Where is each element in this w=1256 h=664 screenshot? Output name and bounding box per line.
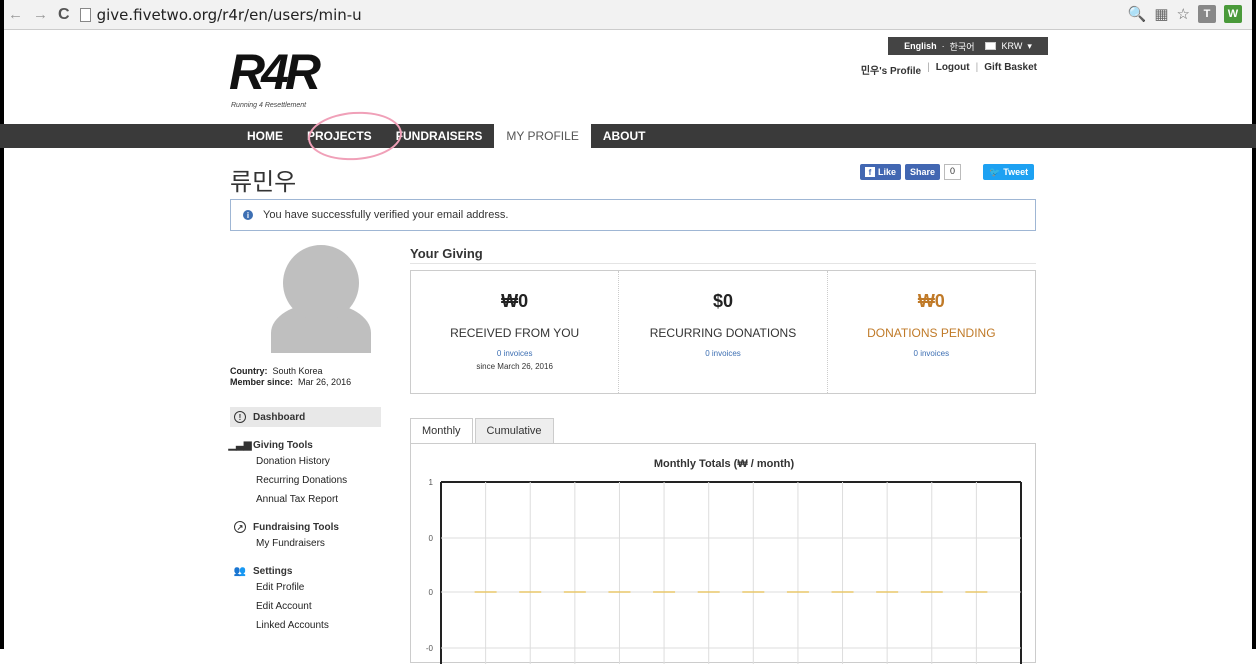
sidebar-item-donation-history[interactable]: Donation History (230, 452, 381, 471)
sidebar-group-giving: ▁▃▆ Giving Tools Donation History Recurr… (228, 438, 381, 509)
dashboard-icon: ! (234, 411, 246, 423)
chevron-down-icon[interactable]: ▾ (1027, 41, 1032, 52)
hand-drawn-circle (306, 108, 404, 164)
received-amount: ₩0 (501, 291, 529, 311)
sidebar-item-my-fundraisers[interactable]: My Fundraisers (230, 534, 381, 553)
received-invoices-link[interactable]: 0 invoices (411, 349, 618, 358)
received-since: since March 26, 2016 (476, 362, 553, 371)
recurring-panel: $0 RECURRING DONATIONS 0 invoices (618, 271, 826, 393)
chart-tabs: Monthly Cumulative (410, 418, 556, 444)
pending-amount: ₩0 (917, 291, 945, 311)
page-icon (79, 7, 91, 22)
users-icon: 👥 (233, 565, 247, 577)
logo-mark: R4R (229, 44, 321, 100)
recurring-invoices-link[interactable]: 0 invoices (619, 349, 826, 358)
currency-select[interactable]: KRW (1001, 41, 1022, 51)
share-count: 0 (944, 164, 962, 180)
alert-text: You have successfully verified your emai… (263, 209, 509, 221)
lang-english[interactable]: English (904, 41, 937, 51)
lang-korean[interactable]: 한국어 (950, 40, 975, 53)
like-label: Like (878, 167, 897, 177)
logout-link[interactable]: Logout (936, 62, 970, 77)
country-value: South Korea (272, 366, 323, 376)
success-alert: i You have successfully verified your em… (230, 199, 1036, 231)
logo-tagline: Running 4 Resettlement (231, 102, 307, 109)
giving-divider (410, 263, 1036, 264)
compass-icon: ↗ (234, 521, 246, 533)
sidebar-item-annual-tax-report[interactable]: Annual Tax Report (230, 490, 381, 509)
url-text[interactable]: give.fivetwo.org/r4r/en/users/min-u (97, 6, 362, 24)
received-label: RECEIVED FROM YOU (450, 326, 580, 340)
giving-title: Your Giving (410, 246, 483, 261)
pending-panel: ₩0 DONATIONS PENDING 0 invoices (826, 271, 1035, 393)
sidebar-item-edit-profile[interactable]: Edit Profile (230, 578, 381, 597)
bar-chart-icon: ▁▃▆ (228, 439, 252, 451)
sidebar-item-recurring-donations[interactable]: Recurring Donations (230, 471, 381, 490)
tab-monthly[interactable]: Monthly (410, 418, 473, 444)
nav-home[interactable]: HOME (235, 124, 295, 148)
sidebar-group-settings: 👥 Settings Edit Profile Edit Account Lin… (230, 564, 381, 635)
facebook-icon: f (865, 167, 875, 177)
facebook-like-button[interactable]: f Like (860, 164, 902, 180)
sidebar-item-dashboard[interactable]: ! Dashboard (230, 407, 381, 427)
country-label: Country: (230, 366, 268, 376)
main-navbar: HOME PROJECTS FUNDRAISERS MY PROFILE ABO… (0, 124, 1256, 148)
giving-summary: ₩0 RECEIVED FROM YOU 0 invoices since Ma… (410, 270, 1036, 394)
sidebar-group-fundraising: ↗ Fundraising Tools My Fundraisers (230, 520, 381, 553)
page-title: 류민우 (230, 168, 297, 196)
social-buttons: f Like Share 0 🐦 Tweet (860, 164, 1035, 180)
nav-my-profile[interactable]: MY PROFILE (494, 124, 591, 148)
translate-icon[interactable]: ▦ (1154, 5, 1168, 23)
facebook-share-button[interactable]: Share (905, 164, 941, 180)
nav-about[interactable]: ABOUT (591, 124, 658, 148)
pending-label: DONATIONS PENDING (867, 326, 996, 340)
received-panel: ₩0 RECEIVED FROM YOU 0 invoices since Ma… (411, 271, 618, 393)
extension-w-icon[interactable]: W (1224, 5, 1242, 23)
y-tick-label: 0 (429, 588, 434, 597)
browser-actions: 🔍 ▦ ☆ T W (1128, 5, 1242, 23)
browser-toolbar: ← → C give.fivetwo.org/r4r/en/users/min-… (0, 0, 1256, 30)
y-tick-label: 1 (429, 478, 434, 487)
sidebar: ! Dashboard ▁▃▆ Giving Tools Donation Hi… (228, 407, 381, 635)
gift-basket-link[interactable]: Gift Basket (984, 62, 1037, 77)
sidebar-item-linked-accounts[interactable]: Linked Accounts (230, 616, 381, 635)
browser-nav: ← → C (0, 6, 70, 24)
tweet-button[interactable]: 🐦 Tweet (983, 164, 1035, 180)
member-since-label: Member since: (230, 377, 294, 387)
flag-icon (985, 42, 997, 50)
recurring-amount: $0 (712, 291, 733, 311)
chart-title: Monthly Totals (₩ / month) (654, 458, 795, 470)
recurring-label: RECURRING DONATIONS (649, 326, 797, 340)
pending-invoices-link[interactable]: 0 invoices (828, 349, 1035, 358)
bookmark-star-icon[interactable]: ☆ (1177, 5, 1190, 23)
tweet-label: Tweet (1003, 167, 1029, 177)
twitter-bird-icon: 🐦 (989, 166, 1001, 177)
site-logo[interactable]: R4R Running 4 Resettlement (229, 42, 344, 114)
extension-t-icon[interactable]: T (1198, 5, 1216, 23)
forward-icon[interactable]: → (33, 6, 48, 23)
avatar (271, 243, 371, 353)
user-links: 민우's Profile | Logout | Gift Basket (860, 62, 1037, 77)
info-icon: i (243, 210, 253, 220)
language-bar: English · 한국어 KRW ▾ (888, 37, 1048, 55)
chart-panel: Monthly Totals (₩ / month) 1 0 0 -0 (410, 443, 1036, 664)
window-border-left (0, 0, 4, 649)
reload-icon[interactable]: C (58, 6, 70, 24)
tab-cumulative[interactable]: Cumulative (474, 418, 554, 443)
window-border-right (1252, 0, 1256, 649)
member-since-value: Mar 26, 2016 (298, 377, 352, 387)
back-icon[interactable]: ← (8, 6, 23, 23)
sidebar-item-edit-account[interactable]: Edit Account (230, 597, 381, 616)
monthly-totals-chart: Monthly Totals (₩ / month)100-0 (426, 458, 1022, 664)
zoom-icon[interactable]: 🔍 (1128, 5, 1147, 23)
profile-meta: Country: South Korea Member since: Mar 2… (230, 366, 351, 388)
address-bar[interactable]: give.fivetwo.org/r4r/en/users/min-u (79, 6, 362, 24)
y-tick-label: 0 (429, 534, 434, 543)
profile-link[interactable]: 민우's Profile (861, 62, 921, 77)
